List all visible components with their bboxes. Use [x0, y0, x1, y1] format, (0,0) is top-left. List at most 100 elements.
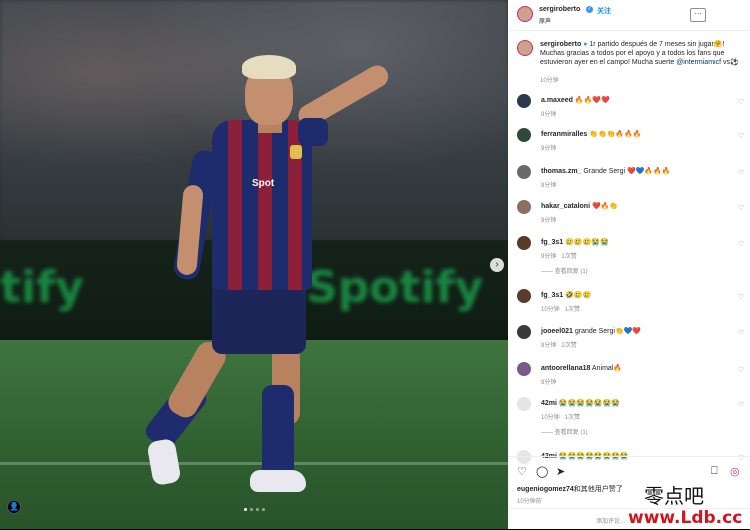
comment-like-heart-icon[interactable]: ♡: [738, 293, 744, 301]
instagram-post-viewer: tify Spotify Spot › 👤 sergiroberto ✓ 关注 …: [0, 0, 750, 529]
caption-verified-icon: ●: [583, 41, 588, 48]
commenter-avatar[interactable]: [517, 397, 531, 411]
comment-time: 9分钟: [541, 146, 557, 152]
comment-meta: 9分钟 2次赞: [541, 340, 577, 349]
pitch-line: [0, 462, 508, 465]
commenter-avatar[interactable]: [517, 94, 531, 108]
like-heart-icon[interactable]: ♡: [517, 465, 527, 478]
comment-likes[interactable]: 1次赞: [561, 254, 576, 260]
comment-body: 👏👏👏🔥🔥🔥: [589, 131, 642, 138]
save-bookmark-icon[interactable]: ⎕: [711, 465, 718, 478]
view-replies-label[interactable]: 查看回复 (1): [555, 269, 588, 275]
comment-like-heart-icon[interactable]: ♡: [738, 132, 744, 140]
more-options-icon[interactable]: ⋯: [690, 8, 706, 22]
audio-label[interactable]: 原声: [539, 16, 551, 25]
comment-text: antoorellana18 Animal🔥: [541, 364, 622, 372]
commenter-username[interactable]: ferranmiralles: [541, 131, 587, 138]
comment-time: 9分钟: [541, 218, 557, 224]
comment-body: grande Sergi👏💙❤️: [574, 328, 642, 335]
follow-button[interactable]: 关注: [597, 6, 611, 16]
comment-like-heart-icon[interactable]: ♡: [738, 204, 744, 212]
comment-time: 9分钟: [541, 254, 557, 260]
commenter-avatar[interactable]: [517, 362, 531, 376]
share-icon[interactable]: ➤: [556, 465, 565, 478]
commenter-username[interactable]: thomas.zm_: [541, 168, 581, 175]
view-replies-label[interactable]: 查看回复 (1): [555, 430, 588, 436]
commenter-avatar[interactable]: [517, 289, 531, 303]
carousel-dot: [244, 508, 247, 511]
caption-mention-link[interactable]: @intermiamicf: [676, 59, 721, 66]
commenter-username[interactable]: jooeel021: [541, 328, 573, 335]
comment-text: 42mi 😭😭😭😭😭😭😭: [541, 399, 620, 407]
view-replies-link[interactable]: —— 查看回复 (1): [541, 266, 588, 275]
comment-likes[interactable]: 1次赞: [565, 415, 580, 421]
next-photo-arrow-icon[interactable]: ›: [490, 258, 504, 272]
post-photo[interactable]: tify Spotify Spot › 👤: [0, 0, 508, 529]
action-bar: ♡ ◯ ➤ ⎕ ◎: [508, 456, 750, 479]
author-username[interactable]: sergiroberto: [539, 6, 580, 13]
comment-likes[interactable]: 1次赞: [565, 307, 580, 313]
comment-text: jooeel021 grande Sergi👏💙❤️: [541, 327, 641, 335]
carousel-dot: [256, 508, 259, 511]
comment-meta: 9分钟: [541, 215, 556, 224]
commenter-username[interactable]: fg_3s1: [541, 239, 563, 246]
comment-like-heart-icon[interactable]: ♡: [738, 329, 744, 337]
commenter-username[interactable]: a.maxeed: [541, 97, 573, 104]
commenter-avatar[interactable]: [517, 165, 531, 179]
post-header: sergiroberto ✓ 关注 原声 ⋯: [508, 0, 750, 31]
player-shoe-right: [250, 470, 306, 492]
caption-avatar[interactable]: [517, 40, 533, 56]
comment-text: fg_3s1 🤣🥲🥲: [541, 291, 591, 299]
comment-body: ❤️🔥👏: [591, 203, 619, 210]
comment-like-heart-icon[interactable]: ♡: [738, 366, 744, 374]
comment-time: 10分钟: [541, 307, 560, 313]
tagged-users-icon[interactable]: 👤: [7, 500, 21, 514]
add-comment-input[interactable]: 添加评论...: [596, 516, 625, 525]
player-sleeve-right: [298, 118, 328, 146]
comment-meta: 10分钟 1次赞: [541, 412, 580, 421]
comment-time: 9分钟: [541, 380, 557, 386]
comment-text: thomas.zm_ Grande Sergi ❤️💙🔥🔥🔥: [541, 167, 671, 175]
comment-body: 🥲🥲🥲😭😭: [565, 239, 609, 246]
comment-like-heart-icon[interactable]: ♡: [738, 401, 744, 409]
comment-time: 10分钟: [541, 415, 560, 421]
post-time: 10分钟前: [517, 499, 542, 505]
likes-suffix: 和其他用户赞了: [573, 486, 623, 493]
comment-like-heart-icon[interactable]: ♡: [738, 240, 744, 248]
club-badge: [290, 145, 302, 159]
comment-time: 9分钟: [541, 343, 557, 349]
commenter-avatar[interactable]: [517, 236, 531, 250]
commenter-avatar[interactable]: [517, 200, 531, 214]
commenter-avatar[interactable]: [517, 128, 531, 142]
comment-meta: 9分钟: [541, 109, 556, 118]
comment-body: Grande Sergi ❤️💙🔥🔥🔥: [583, 168, 671, 175]
carousel-dot: [262, 508, 265, 511]
post-side-panel: sergiroberto ✓ 关注 原声 ⋯ sergiroberto ● 1r…: [508, 0, 750, 529]
pitch: [0, 340, 508, 529]
comment-text: ferranmiralles 👏👏👏🔥🔥🔥: [541, 130, 642, 138]
comment-icon[interactable]: ◯: [536, 465, 548, 478]
commenter-username[interactable]: 42mi: [541, 400, 557, 407]
caption-username[interactable]: sergiroberto: [540, 41, 581, 48]
comment-meta: 9分钟: [541, 143, 556, 152]
comment-like-heart-icon[interactable]: ♡: [738, 98, 744, 106]
likes-user[interactable]: eugeniogomez74: [517, 486, 574, 493]
comment-time: 9分钟: [541, 183, 557, 189]
comment-body: Animal🔥: [591, 365, 623, 372]
carousel-dots: [244, 508, 265, 511]
likes-summary: eugeniogomez74和其他用户赞了: [517, 484, 623, 494]
comment-body: 🔥🔥❤️❤️: [574, 97, 610, 104]
author-avatar[interactable]: [517, 6, 533, 22]
comment-meta: 9分钟 1次赞: [541, 251, 577, 260]
commenter-username[interactable]: hakar_cataloni: [541, 203, 590, 210]
board-text-left: tify: [0, 262, 84, 313]
comment-likes[interactable]: 2次赞: [561, 343, 576, 349]
commenter-avatar[interactable]: [517, 325, 531, 339]
comment-like-heart-icon[interactable]: ♡: [738, 169, 744, 177]
view-replies-link[interactable]: —— 查看回复 (1): [541, 427, 588, 436]
commenter-username[interactable]: fg_3s1: [541, 292, 563, 299]
comment-meta: 9分钟: [541, 180, 556, 189]
jersey-sponsor: Spot: [252, 178, 275, 189]
commenter-username[interactable]: antoorellana18: [541, 365, 590, 372]
player-hair: [242, 55, 296, 79]
